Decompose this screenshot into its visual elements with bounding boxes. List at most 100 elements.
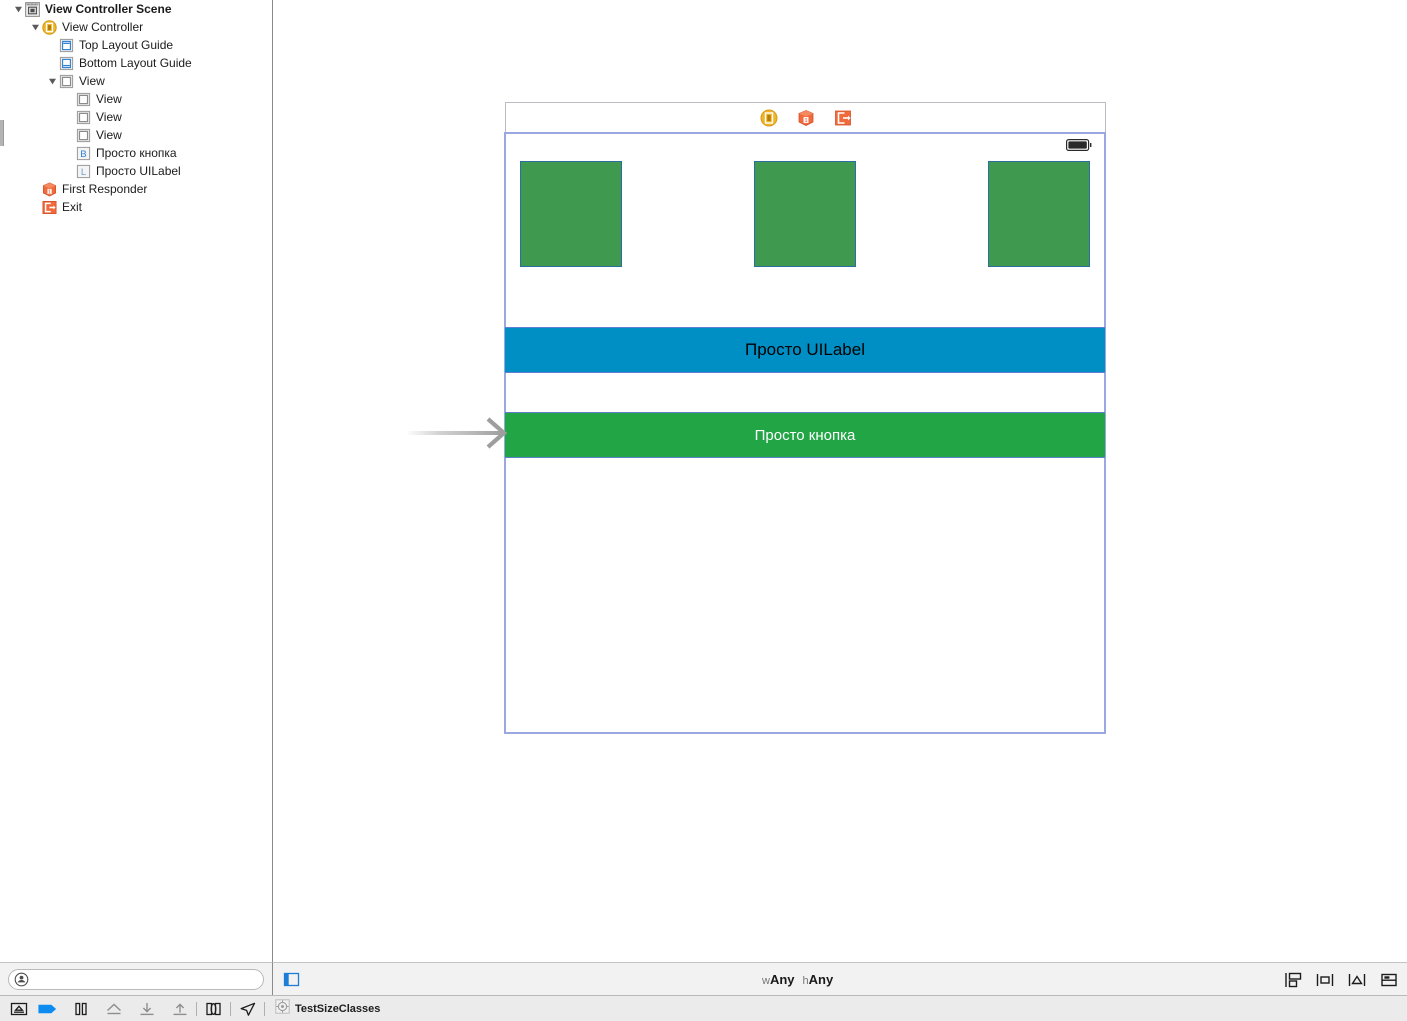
outline-row-label: Top Layout Guide xyxy=(79,38,174,52)
view-icon xyxy=(75,91,91,107)
target-icon xyxy=(275,998,290,1019)
uilabel-band[interactable]: Просто UILabel xyxy=(505,327,1105,373)
scene-icon xyxy=(24,1,40,17)
simulated-status-bar xyxy=(506,134,1104,154)
canvas-area: 1 Просто UILabel Просто кнопка xyxy=(273,0,1407,962)
bottom-layout-guide-icon xyxy=(58,55,74,71)
size-class-height: h Any xyxy=(803,972,834,987)
button-band[interactable]: Просто кнопка xyxy=(505,412,1105,458)
stack-button[interactable] xyxy=(1282,969,1303,990)
svg-text:L: L xyxy=(80,167,86,178)
device-canvas[interactable]: Просто UILabel Просто кнопка xyxy=(504,132,1106,734)
disclosure-triangle-expanded-icon[interactable] xyxy=(29,18,41,36)
outline-row[interactable]: View xyxy=(0,108,273,126)
dock-view-controller-icon[interactable] xyxy=(760,109,778,127)
view-icon xyxy=(75,127,91,143)
navigator-resize-handle[interactable] xyxy=(0,120,4,146)
outline-row[interactable]: 1 First Responder xyxy=(0,180,273,198)
outline-row-label: View xyxy=(96,110,122,124)
dock-first-responder-icon[interactable]: 1 xyxy=(797,109,815,127)
outline-filter-input[interactable] xyxy=(29,969,263,989)
exit-icon xyxy=(41,199,57,215)
outline-filter-field[interactable] xyxy=(8,968,264,990)
top-layout-guide-icon xyxy=(58,37,74,53)
dock-exit-icon[interactable] xyxy=(834,109,852,127)
breadcrumb-label: TestSizeClasses xyxy=(295,1002,381,1015)
outline-row[interactable]: View Controller Scene xyxy=(0,0,273,18)
align-button[interactable] xyxy=(1314,969,1335,990)
document-outline-toggle-icon[interactable] xyxy=(282,970,301,989)
breadcrumb[interactable]: TestSizeClasses xyxy=(275,998,381,1019)
autolayout-toolbar xyxy=(1282,963,1399,996)
outline-row[interactable]: Bottom Layout Guide xyxy=(0,54,273,72)
outline-filter-bar xyxy=(0,962,273,995)
outline-row-label: View xyxy=(96,92,122,106)
canvas-status-bar: w Any h Any xyxy=(273,962,1407,995)
button-icon: B xyxy=(75,145,91,161)
green-square-view[interactable] xyxy=(988,161,1090,267)
divider xyxy=(196,1001,197,1016)
outline-row[interactable]: View xyxy=(0,126,273,144)
simulate-location-button[interactable] xyxy=(237,999,258,1019)
debug-bar: TestSizeClasses xyxy=(0,995,1407,1021)
filter-status-icon xyxy=(13,971,29,987)
view-icon xyxy=(75,109,91,125)
green-square-view[interactable] xyxy=(754,161,856,267)
scene-dock: 1 xyxy=(505,102,1106,133)
outline-row[interactable]: View xyxy=(0,72,273,90)
outline-row[interactable]: Top Layout Guide xyxy=(0,36,273,54)
size-class-width-prefix: w xyxy=(762,975,770,987)
outline-row-label: Bottom Layout Guide xyxy=(79,56,192,70)
disclosure-triangle-expanded-icon[interactable] xyxy=(46,72,58,90)
outline-row-label: First Responder xyxy=(62,182,148,196)
outline-tree: View Controller Scene View Controller Top … xyxy=(0,0,273,216)
green-square-view[interactable] xyxy=(520,161,622,267)
outline-row-label: View Controller xyxy=(62,20,144,34)
outline-row-label: View xyxy=(79,74,105,88)
step-into-button[interactable] xyxy=(136,999,157,1019)
label-icon: L xyxy=(75,163,91,179)
svg-text:1: 1 xyxy=(48,189,51,195)
resolve-issues-button[interactable] xyxy=(1378,969,1399,990)
outline-row[interactable]: View xyxy=(0,90,273,108)
view-controller-icon xyxy=(41,19,57,35)
pause-button[interactable] xyxy=(70,999,91,1019)
outline-row-label: View Controller Scene xyxy=(45,2,172,16)
pin-button[interactable] xyxy=(1346,969,1367,990)
divider xyxy=(230,1001,231,1016)
outline-row-label: Просто UILabel xyxy=(96,164,181,178)
disclosure-triangle-expanded-icon[interactable] xyxy=(12,0,24,18)
document-outline-panel: View Controller Scene View Controller Top … xyxy=(0,0,273,962)
first-responder-icon: 1 xyxy=(41,181,57,197)
view-hierarchy-button[interactable] xyxy=(203,999,224,1019)
step-out-button[interactable] xyxy=(169,999,190,1019)
outline-row[interactable]: Exit xyxy=(0,198,273,216)
outline-row[interactable]: L Просто UILabel xyxy=(0,162,273,180)
outline-row-label: Exit xyxy=(62,200,83,214)
size-class-height-value: Any xyxy=(808,972,834,987)
xcode-interface-builder-window: View Controller Scene View Controller Top … xyxy=(0,0,1407,1021)
svg-text:B: B xyxy=(80,149,86,160)
divider xyxy=(264,1001,265,1016)
size-class-width: w Any xyxy=(762,972,795,987)
outline-row[interactable]: View Controller xyxy=(0,18,273,36)
outline-row-label: Просто кнопка xyxy=(96,146,177,160)
battery-icon xyxy=(1066,139,1092,151)
step-over-button[interactable] xyxy=(103,999,124,1019)
size-class-indicator[interactable]: w Any h Any xyxy=(762,963,833,996)
hide-debug-area-button[interactable] xyxy=(8,999,29,1019)
view-icon xyxy=(58,73,74,89)
outline-row[interactable]: B Просто кнопка xyxy=(0,144,273,162)
activate-breakpoints-button[interactable] xyxy=(37,999,58,1019)
outline-row-label: View xyxy=(96,128,122,142)
svg-text:1: 1 xyxy=(804,118,807,124)
